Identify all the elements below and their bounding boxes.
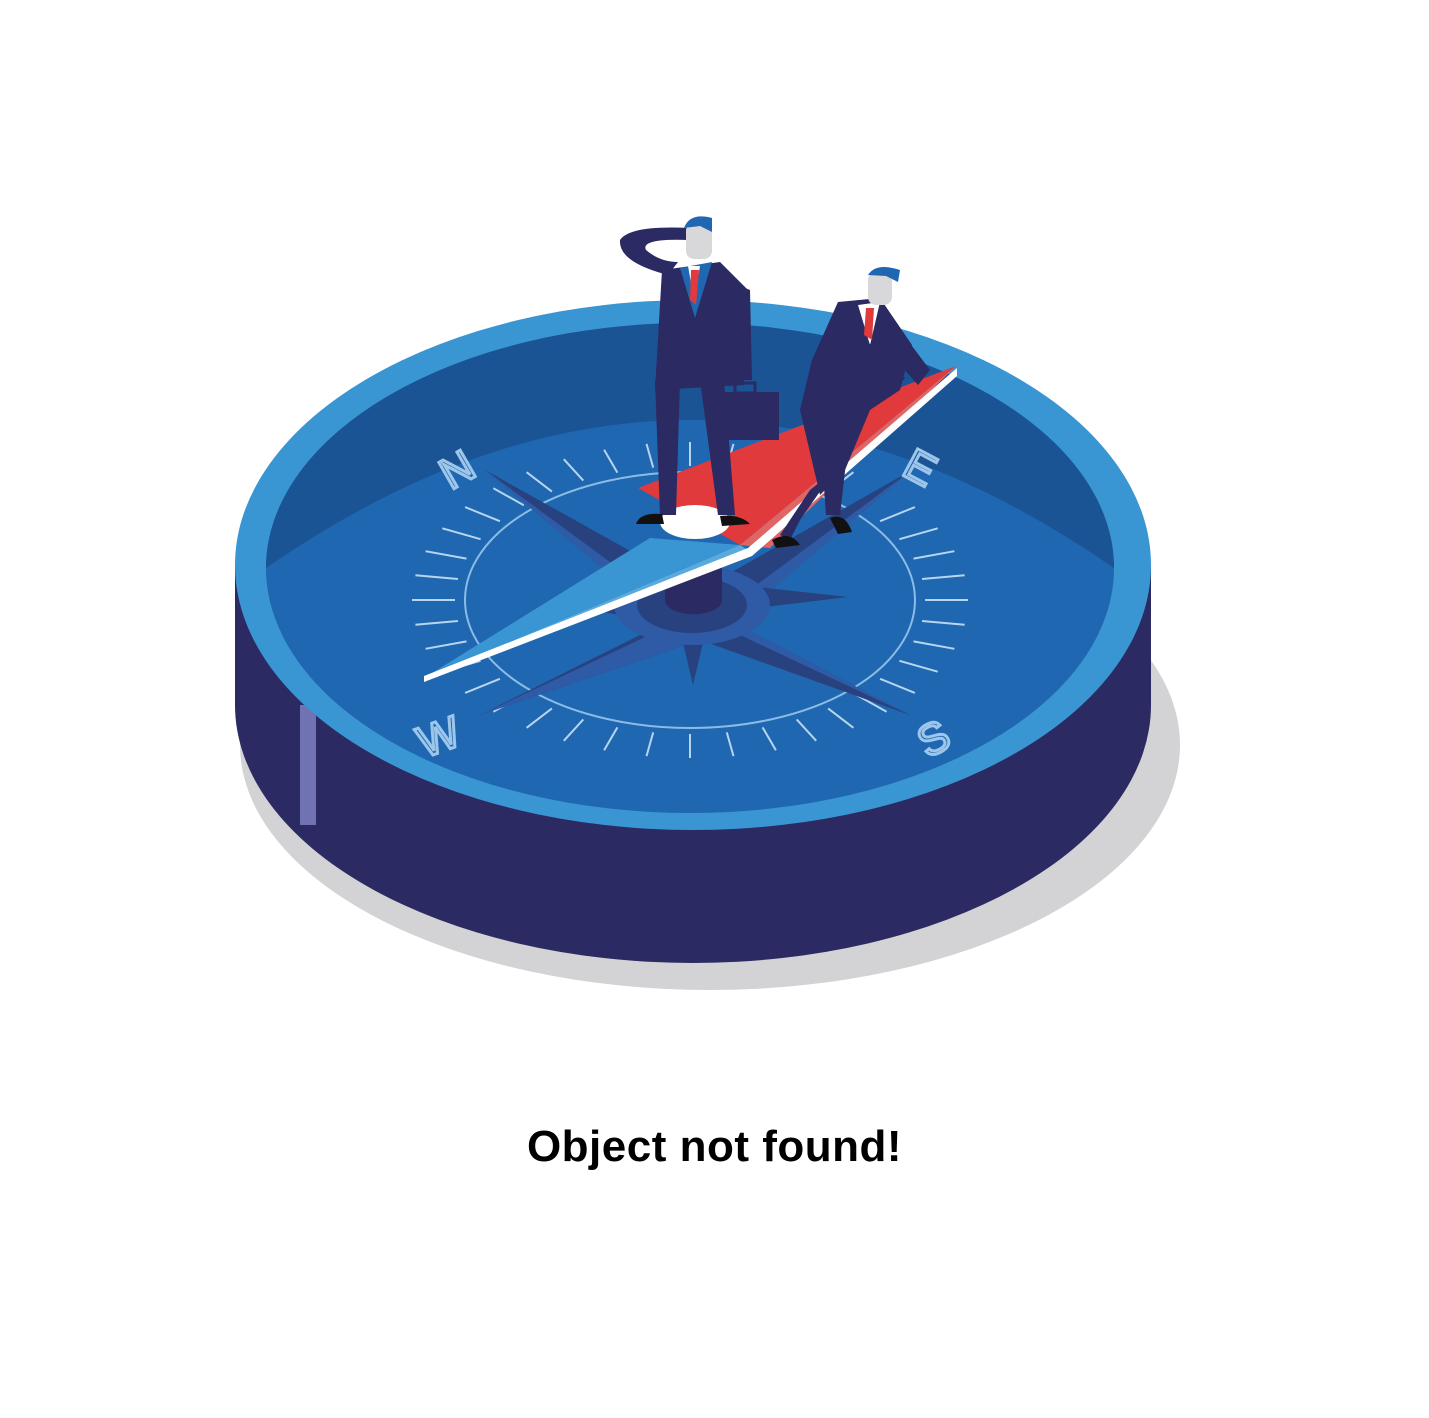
error-message: Object not found!: [526, 1122, 903, 1171]
compass-illustration: N E S W: [235, 216, 1180, 990]
base-highlight: [300, 705, 316, 825]
